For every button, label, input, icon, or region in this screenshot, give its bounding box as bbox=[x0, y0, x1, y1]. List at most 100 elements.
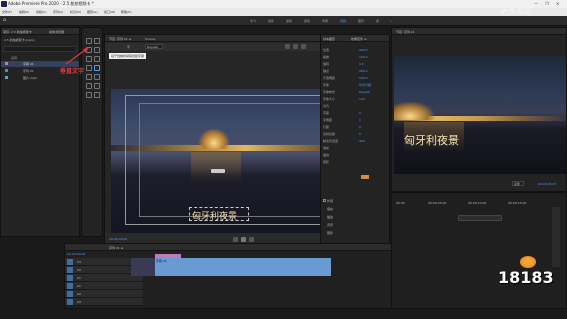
track-header[interactable]: A2 bbox=[65, 290, 143, 298]
video-clip-thumb[interactable] bbox=[131, 258, 155, 276]
watermark-small-text: 更多游戏 bbox=[500, 7, 532, 16]
property-value[interactable]: 960.0 bbox=[359, 48, 368, 52]
property-row[interactable]: 描边 bbox=[321, 152, 389, 157]
menu-sequence[interactable]: 序列(S) bbox=[53, 10, 63, 14]
track-header[interactable]: A1 bbox=[65, 282, 143, 290]
workspace-more[interactable]: » bbox=[390, 19, 392, 23]
timeline-timecode: 00:00:00:00 bbox=[67, 252, 86, 256]
appearance-checkbox[interactable] bbox=[323, 199, 326, 202]
polygon-tool-icon[interactable] bbox=[94, 92, 100, 98]
property-value[interactable]: 100.0 bbox=[359, 76, 368, 80]
tab-sequence[interactable]: 序列 01 ≡ bbox=[109, 246, 123, 250]
property-label: 位置 bbox=[323, 48, 330, 52]
zoom-tool-icon[interactable] bbox=[86, 83, 92, 89]
property-row[interactable]: 填充 bbox=[321, 145, 389, 150]
menu-window[interactable]: 窗口(W) bbox=[104, 10, 115, 14]
property-value[interactable]: 0 bbox=[359, 118, 361, 122]
step-back-icon[interactable] bbox=[233, 237, 238, 242]
track-target-button[interactable] bbox=[67, 275, 73, 281]
property-label: 字偶距 bbox=[323, 118, 333, 122]
label-color-icon bbox=[5, 69, 8, 72]
workspace-audio[interactable]: 音频 bbox=[340, 19, 346, 23]
tab-effect-controls[interactable]: 效果控件 ≡ bbox=[351, 37, 366, 41]
tab-program[interactable]: 节目: 序列 01 ≡ bbox=[109, 37, 131, 41]
close-button[interactable]: ✕ bbox=[556, 1, 559, 6]
property-value[interactable]: 100.0 bbox=[359, 55, 368, 59]
align-right-icon[interactable] bbox=[301, 44, 306, 49]
step-forward-icon[interactable] bbox=[249, 237, 254, 242]
menu-file[interactable]: 文件(F) bbox=[2, 10, 12, 14]
workspace-color[interactable]: 颜色 bbox=[304, 19, 310, 23]
property-row[interactable]: 字距 0 bbox=[321, 110, 389, 115]
zoom-dropdown[interactable]: 完整 bbox=[512, 181, 524, 186]
property-label: 描边 bbox=[323, 153, 330, 157]
window-title: Adobe Premiere Pro 2020 - 2.5 航拍视频卡 * bbox=[8, 1, 94, 6]
property-label: 字体样式 bbox=[323, 90, 336, 94]
video-clip[interactable]: 字幕 01 bbox=[155, 258, 331, 276]
menu-help[interactable]: 帮助(H) bbox=[121, 10, 132, 14]
align-center-icon[interactable] bbox=[293, 44, 298, 49]
track-header[interactable]: A3 bbox=[65, 298, 143, 306]
property-row[interactable]: 字体样式 Regular bbox=[321, 89, 389, 94]
maximize-button[interactable]: ❐ bbox=[545, 1, 549, 6]
property-value[interactable]: 华文行楷 bbox=[359, 83, 371, 87]
tab-right-program[interactable]: 节目: 序列 01 bbox=[396, 30, 415, 34]
tab-source[interactable]: Source bbox=[145, 37, 155, 41]
workspace-effects[interactable]: 效果 bbox=[322, 19, 328, 23]
workspace-learn[interactable]: 学习 bbox=[250, 19, 256, 23]
property-row[interactable]: 阴影 bbox=[321, 159, 389, 164]
property-row[interactable]: 字体大小 100 bbox=[321, 96, 389, 101]
property-row[interactable]: 旋转 0.0 bbox=[321, 61, 389, 66]
property-value[interactable]: 960.0 bbox=[359, 69, 368, 73]
property-row[interactable]: 制表符宽度 400 bbox=[321, 138, 389, 143]
property-value[interactable]: 400 bbox=[359, 139, 365, 143]
track-target-button[interactable] bbox=[67, 283, 73, 289]
track-target-button[interactable] bbox=[67, 267, 73, 273]
minimize-button[interactable]: — bbox=[534, 1, 538, 6]
track-target-button[interactable] bbox=[67, 291, 73, 297]
property-row[interactable]: 字偶距 0 bbox=[321, 117, 389, 122]
type-tool-icon[interactable] bbox=[94, 83, 100, 89]
align-left-icon[interactable] bbox=[285, 44, 290, 49]
property-row[interactable]: 对齐 bbox=[321, 103, 389, 108]
menu-graphics[interactable]: 图形(G) bbox=[87, 10, 98, 14]
property-row[interactable]: 不透明度 100.0 bbox=[321, 75, 389, 80]
track-target-button[interactable] bbox=[67, 299, 73, 305]
property-row[interactable]: 锚点 960.0 bbox=[321, 68, 389, 73]
workspace-libraries[interactable]: 库 bbox=[376, 19, 379, 23]
tab-essential-graphics[interactable]: 基本图形 bbox=[323, 37, 335, 41]
property-value[interactable]: Regular bbox=[359, 90, 371, 94]
property-label: 缩放 bbox=[323, 55, 330, 59]
property-value[interactable]: 0 bbox=[359, 111, 361, 115]
property-value[interactable]: 0.0 bbox=[359, 62, 364, 66]
tab-project[interactable]: 项目: 2.5 航拍视频卡 bbox=[3, 30, 32, 34]
menu-marker[interactable]: 标记(M) bbox=[70, 10, 81, 14]
workspace-editing[interactable]: 编辑 bbox=[286, 19, 292, 23]
fill-color-swatch[interactable] bbox=[361, 175, 369, 179]
property-row[interactable]: 基线位移 0 bbox=[321, 131, 389, 136]
timeline-header: 序列 01 ≡ bbox=[65, 244, 393, 251]
property-row[interactable]: 位置 960.0 bbox=[321, 47, 389, 52]
track-label: A3 bbox=[77, 300, 81, 304]
workspace-assembly[interactable]: 组件 bbox=[268, 19, 274, 23]
property-row[interactable]: 缩放 100.0 bbox=[321, 54, 389, 59]
workspace-graphics[interactable]: 图形 bbox=[358, 19, 364, 23]
home-icon[interactable]: ⌂ bbox=[3, 17, 6, 23]
play-icon[interactable] bbox=[241, 237, 246, 242]
tab-media-browser[interactable]: 媒体浏览器 bbox=[49, 30, 64, 34]
menu-clip[interactable]: 剪辑(C) bbox=[36, 10, 46, 14]
track-target-button[interactable] bbox=[67, 259, 73, 265]
property-row[interactable]: 字体 华文行楷 bbox=[321, 82, 389, 87]
text-layer-bounding-box[interactable]: 匈牙利夜景 bbox=[189, 207, 249, 222]
label-color-icon bbox=[5, 62, 8, 65]
property-value[interactable]: 0 bbox=[359, 132, 361, 136]
property-value[interactable]: 100 bbox=[359, 97, 365, 101]
project-panel-header: 项目: 2.5 航拍视频卡 媒体浏览器 bbox=[1, 28, 79, 35]
property-value[interactable]: 0 bbox=[359, 125, 361, 129]
property-row[interactable]: 行距 0 bbox=[321, 124, 389, 129]
tooltip: 基于当前时间码创建字幕 bbox=[109, 53, 147, 59]
shape-tool-icon[interactable] bbox=[86, 92, 92, 98]
font-style-dropdown[interactable]: Regular bbox=[145, 44, 163, 49]
menu-edit[interactable]: 编辑(E) bbox=[19, 10, 29, 14]
right-monitor-timecode: 00:00:05:07 bbox=[538, 182, 557, 186]
